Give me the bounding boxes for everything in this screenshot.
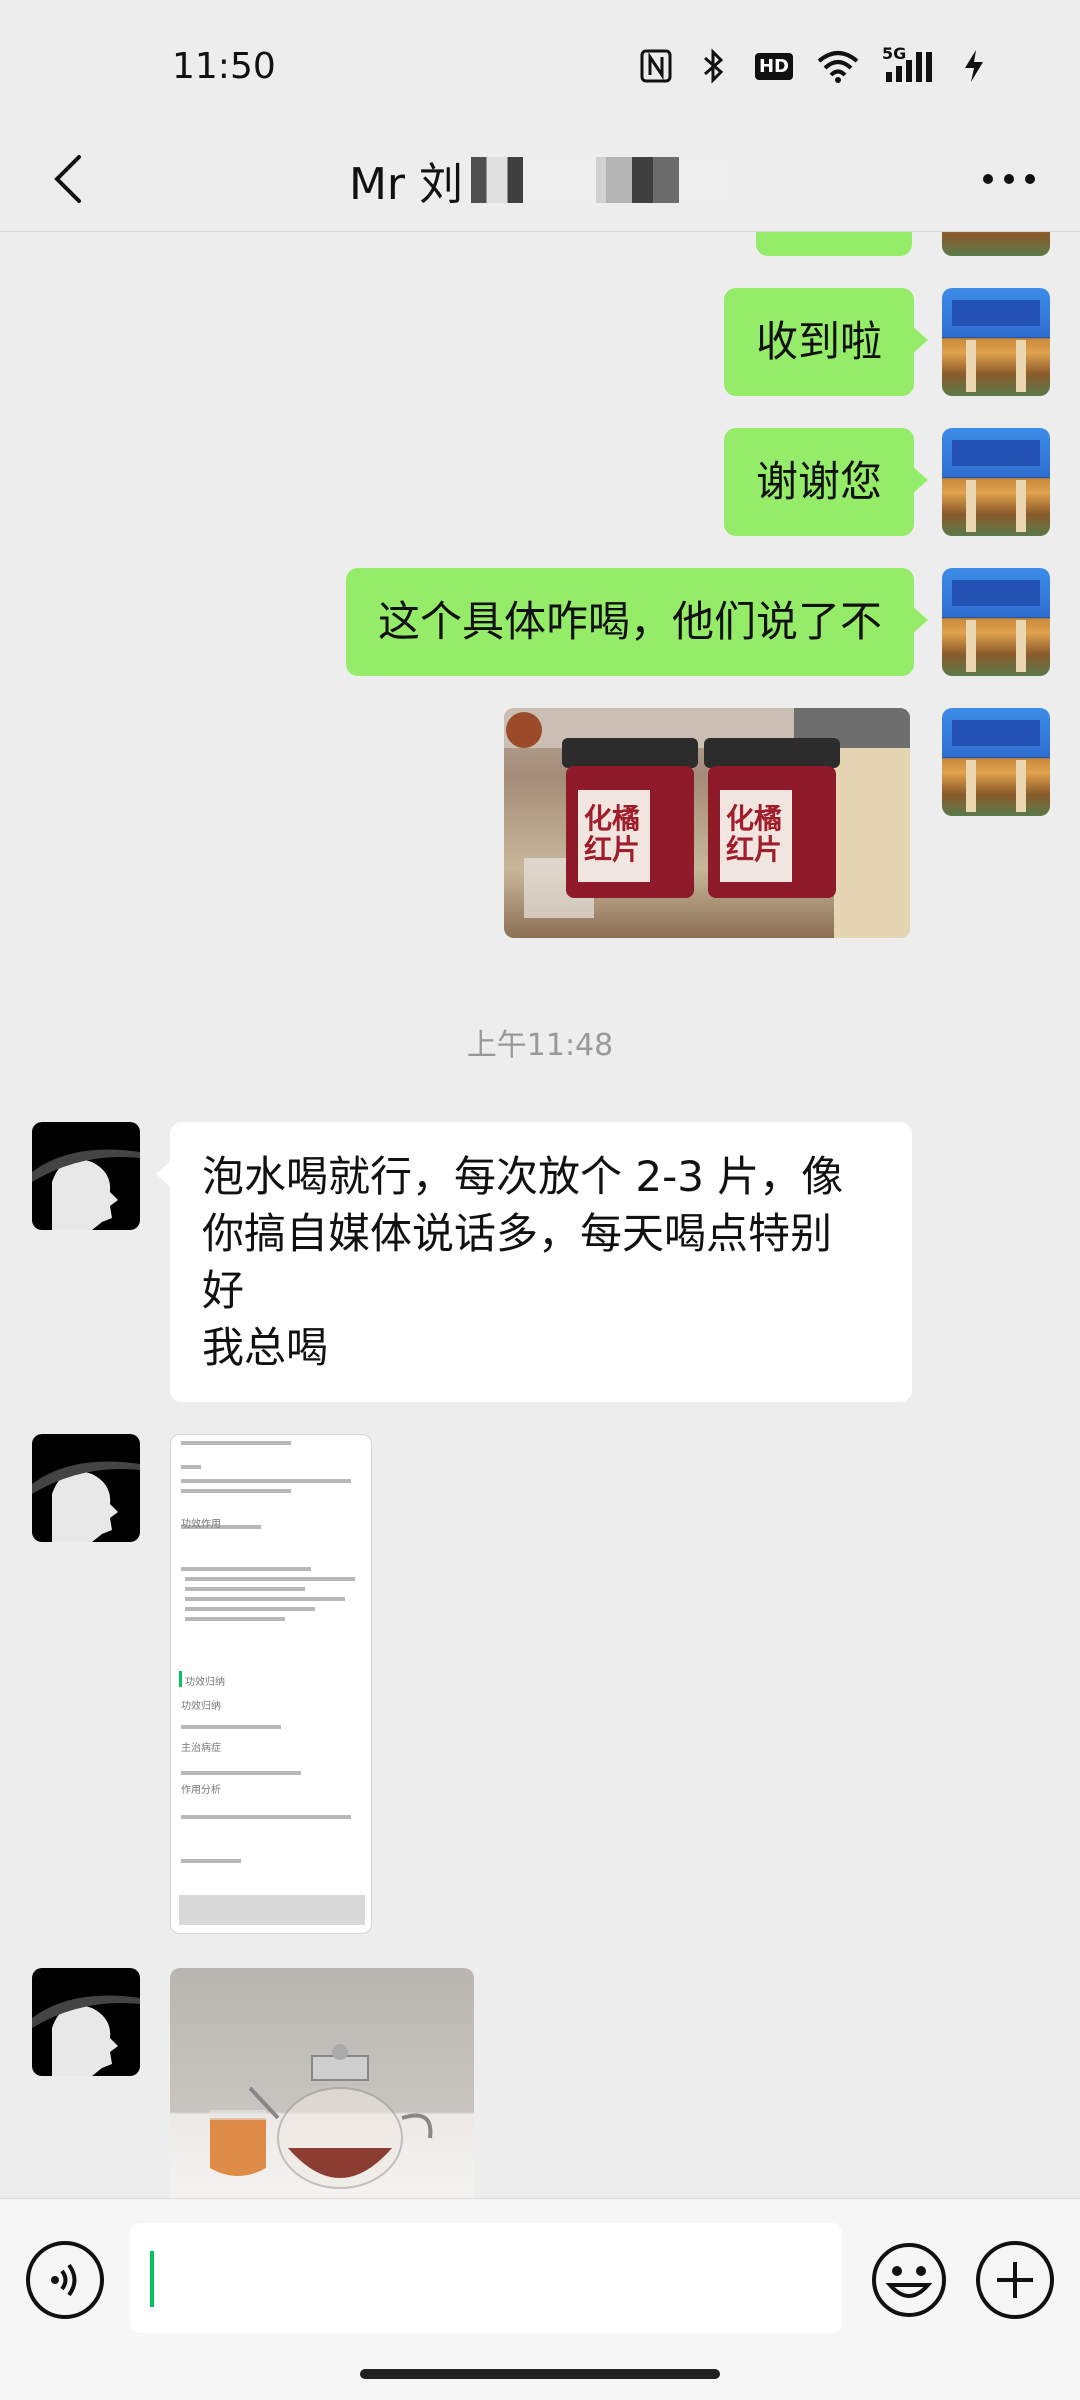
wifi-icon [816,48,860,84]
5g-signal-icon: 5G [882,44,934,84]
chat-messages[interactable]: 收到啦 谢谢您 这个具体咋喝，他们说了不 化橘 红片 化橘 红片 上午11:48… [0,232,1080,2198]
avatar-art [32,1149,140,1230]
contact-name: Mr 刘 [348,159,464,210]
more-button[interactable] [974,154,1044,204]
doc-heading: 功效作用 [181,1519,221,1530]
hd-label: HD [754,52,793,80]
chat-title: Mr 刘 [0,140,1080,220]
avatar-contact[interactable] [32,1434,140,1542]
home-indicator[interactable] [360,2369,720,2379]
message-bubble-outgoing[interactable]: 收到啦 [723,288,929,396]
product-photo-art [504,708,910,938]
timestamp: 上午11:48 [466,1028,614,1063]
hd-icon: HD [754,48,794,84]
doc-heading: 作用分析 [181,1785,221,1796]
voice-icon [51,2263,77,2297]
jar-label-line: 红片 [726,832,783,866]
jar-label-line: 化橘 [584,802,641,835]
message-text-line: 好 [202,1266,245,1316]
status-bar: 11:50 HD 5G [0,0,1080,130]
avatar-self[interactable] [942,568,1050,676]
message-text-line: 你搞自媒体说话多，每天喝点特别 [202,1209,833,1259]
product-photo[interactable]: 化橘 红片 化橘 红片 [504,708,910,938]
document-screenshot[interactable]: 功效作用 功效归纳 功效归纳 主治病症 作用分析 [170,1434,372,1934]
avatar-contact[interactable] [32,1122,140,1230]
message-bubble-outgoing[interactable]: 谢谢您 [723,428,929,536]
jar-label: 化橘 红片 [584,802,641,866]
tea-photo[interactable] [170,1968,474,2198]
chat-header: Mr 刘 [0,130,1080,232]
doc-heading: 功效归纳 [181,1701,221,1712]
jar-label: 化橘 红片 [726,802,783,866]
input-bar [0,2198,1080,2400]
doc-heading: 功效归纳 [185,1677,225,1688]
avatar-art [32,1461,140,1542]
avatar-self[interactable] [942,288,1050,396]
charging-icon [956,48,992,84]
status-icons: HD 5G [638,44,992,86]
avatar-art [32,1995,140,2076]
tea-photo-art [210,2044,433,2189]
redacted-name-mosaic [471,157,732,203]
avatar-contact[interactable] [32,1968,140,2076]
more-icon [983,174,1035,184]
plus-button[interactable] [976,2241,1054,2319]
message-text: 谢谢您 [755,456,882,506]
previous-message-bubble[interactable] [756,232,912,256]
message-bubble-outgoing[interactable]: 这个具体咋喝，他们说了不 [345,568,929,676]
voice-button[interactable] [26,2241,104,2319]
avatar-self[interactable] [942,428,1050,536]
jar-label-line: 化橘 [726,802,783,835]
avatar-self[interactable] [942,232,1050,256]
doc-heading: 主治病症 [181,1743,221,1754]
avatar-self[interactable] [942,708,1050,816]
message-bubble-incoming[interactable]: 泡水喝就行，每次放个 2-3 片，像 你搞自媒体说话多，每天喝点特别 好 我总喝 [156,1122,912,1403]
message-text: 这个具体咋喝，他们说了不 [377,596,882,646]
net-label: 5G [882,44,907,63]
jar-label-line: 红片 [584,832,641,866]
message-text: 收到啦 [755,316,882,366]
bluetooth-icon [696,48,732,84]
emoji-icon [872,2243,946,2317]
text-caret [150,2251,154,2307]
message-text-line: 我总喝 [202,1323,329,1373]
emoji-button[interactable] [870,2241,948,2319]
nfc-icon [638,48,674,84]
plus-icon [997,2262,1033,2298]
status-time: 11:50 [172,46,276,87]
message-input[interactable] [130,2223,842,2333]
message-text-line: 泡水喝就行，每次放个 2-3 片，像 [202,1152,844,1201]
